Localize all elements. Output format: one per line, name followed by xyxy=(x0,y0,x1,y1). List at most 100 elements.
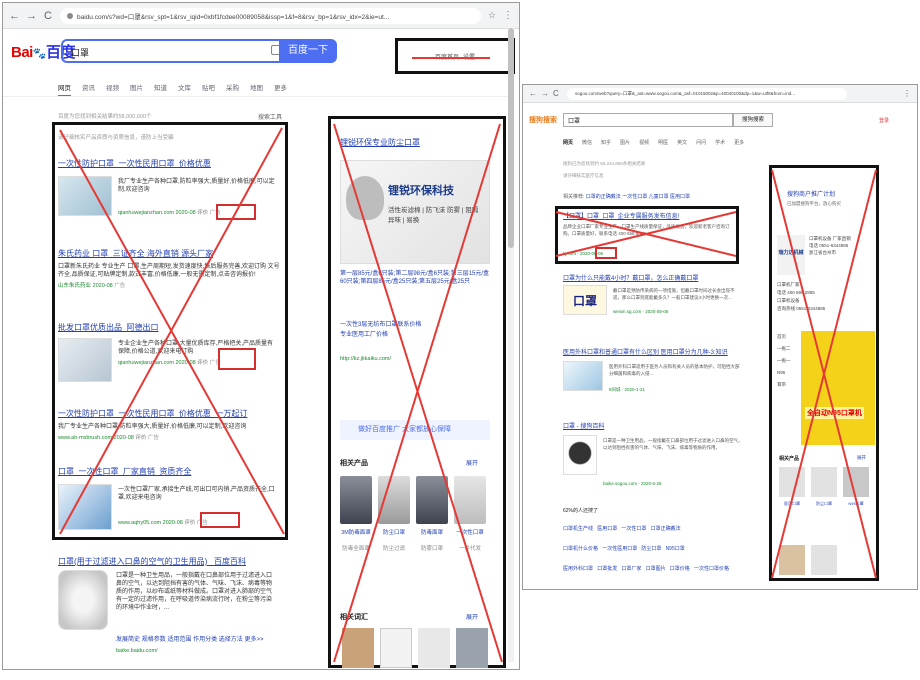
promo-banner[interactable]: 做好百度推广 大家都放心保障 xyxy=(340,420,490,440)
result-title[interactable]: 口罩为什么只能戴4小时？戴口罩，怎么正确戴口罩 xyxy=(563,273,698,282)
chip[interactable]: N95口罩 xyxy=(666,546,685,552)
result-url[interactable]: weixin.sg.com - 2020-08-06 xyxy=(613,309,668,314)
result-title[interactable]: 批发口罩优质出品_阿德出口 xyxy=(58,322,282,333)
baike-title[interactable]: 口罩(用于过滤进入口鼻的空气的卫生用品) _百度百科 xyxy=(58,556,286,567)
search-button[interactable]: 搜狗搜索 xyxy=(733,113,773,127)
home-link[interactable]: 百度首页 xyxy=(435,52,459,61)
product-image[interactable] xyxy=(811,467,837,497)
result-title[interactable]: 朱氏药业 口罩_三证齐全 海外直销 源头厂家 xyxy=(58,248,282,259)
tab-purchase[interactable]: 采购 xyxy=(226,82,239,97)
baike-link[interactable]: 适用范围 xyxy=(167,637,191,643)
reload-icon[interactable]: C xyxy=(553,89,559,98)
ad-link[interactable]: 一次性3层无纺布口罩联系价格 xyxy=(340,320,421,330)
product-label[interactable]: 医用口罩 xyxy=(777,501,807,506)
result-url[interactable]: www.aqhy05.com 2020-08 评价 广告 xyxy=(118,518,208,526)
tab-images[interactable]: 图片 xyxy=(620,139,630,146)
chip[interactable]: 医用外科口罩 xyxy=(563,566,593,572)
reload-icon[interactable]: C xyxy=(43,10,53,22)
back-icon[interactable]: ← xyxy=(529,89,537,98)
product-label[interactable]: 3M防毒面罩 xyxy=(339,530,373,537)
bookmark-star-icon[interactable]: ☆ xyxy=(488,10,496,21)
term-image[interactable] xyxy=(380,628,412,668)
result-title[interactable]: 【口罩】口罩_口罩_企业专属服务发布信息! xyxy=(563,211,679,220)
expand-link[interactable]: 展开 xyxy=(466,458,478,467)
tab-more[interactable]: 更多 xyxy=(734,139,744,146)
baike-link[interactable]: 规格参数 xyxy=(142,637,166,643)
tab-medical[interactable]: 明医 xyxy=(658,139,668,146)
result-url[interactable]: baike.sogou.com - 2020-6-28 xyxy=(603,481,662,486)
tab-web[interactable]: 网页 xyxy=(563,139,573,146)
related-link[interactable]: 一次性口罩 xyxy=(622,194,647,200)
result-thumbnail[interactable] xyxy=(563,435,597,475)
chip[interactable]: 口罩价格 xyxy=(670,566,690,572)
search-button[interactable]: 百度一下 xyxy=(279,39,337,63)
product-image[interactable] xyxy=(811,545,837,575)
term-image[interactable] xyxy=(456,628,488,668)
menu-kebab-icon[interactable]: ⋮ xyxy=(503,10,513,21)
chip[interactable]: 口罩正确戴法 xyxy=(651,526,681,532)
merchant-title[interactable]: 搜狗商户推广计划 xyxy=(787,189,835,198)
scrollbar-thumb[interactable] xyxy=(508,28,514,248)
product-label[interactable]: 防尘口罩 xyxy=(809,501,839,506)
chip[interactable]: 医用口罩 xyxy=(597,526,617,532)
login-link[interactable]: 登录 xyxy=(879,117,889,124)
product-label[interactable]: 一次性口罩 xyxy=(453,530,487,537)
product-image[interactable] xyxy=(843,467,869,497)
baike-link[interactable]: 选择方法 xyxy=(219,637,243,643)
ad-link[interactable]: 专业医用工厂价格 xyxy=(340,330,421,340)
address-bar[interactable]: baidu.com/s?wd=口罩&rsv_spt=1&rsv_iqid=0xb… xyxy=(60,7,481,24)
chip[interactable]: 口罩批发 xyxy=(597,566,617,572)
product-label[interactable]: 防尘口罩 xyxy=(377,530,411,537)
tab-wenku[interactable]: 文库 xyxy=(178,82,191,97)
address-bar[interactable]: sogou.com/web?query=口罩&_ast=www.sogou.co… xyxy=(567,88,847,100)
chip[interactable]: 一次性口罩 xyxy=(621,526,646,532)
search-tools-button[interactable]: 搜索工具 xyxy=(258,112,282,121)
baike-link[interactable]: 作用分类 xyxy=(193,637,217,643)
result-url[interactable]: www.ah-mxbrush.com 2020-08 评价 广告 xyxy=(58,433,282,441)
search-input[interactable]: 口罩 xyxy=(61,39,279,63)
related-link[interactable]: 口罩的正确戴法 xyxy=(586,194,621,200)
result-title[interactable]: 一次性防护口罩_一次性民用口罩_价格优惠_一万起订 xyxy=(58,408,282,419)
tab-tieba[interactable]: 贴吧 xyxy=(202,82,215,97)
product-image[interactable] xyxy=(779,467,805,497)
expand-link[interactable]: 展开 xyxy=(466,612,478,621)
baike-link[interactable]: 更多>> xyxy=(244,637,263,643)
result-thumbnail[interactable] xyxy=(58,484,112,530)
chip[interactable]: 防尘口罩 xyxy=(641,546,661,552)
forward-icon[interactable]: → xyxy=(26,10,37,22)
related-link[interactable]: 儿童口罩 xyxy=(649,194,669,200)
tab-scholar[interactable]: 学术 xyxy=(715,139,725,146)
chip[interactable]: 一次性医用口罩 xyxy=(602,546,637,552)
mask-image[interactable] xyxy=(58,570,108,630)
chip[interactable]: 口罩机生产线 xyxy=(563,526,593,532)
result-thumbnail[interactable] xyxy=(58,338,112,382)
tab-images[interactable]: 图片 xyxy=(130,82,143,97)
result-thumbnail[interactable] xyxy=(58,176,112,216)
term-image[interactable] xyxy=(342,628,374,668)
term-image[interactable] xyxy=(418,628,450,668)
product-image[interactable] xyxy=(779,545,805,575)
result-thumbnail[interactable] xyxy=(563,361,603,391)
settings-link[interactable]: 设置 xyxy=(463,52,475,61)
merchant-logo[interactable]: 瑞力达机械 xyxy=(777,235,805,275)
product-image[interactable] xyxy=(454,476,486,524)
chip[interactable]: 口罩厂家 xyxy=(621,566,641,572)
product-image[interactable] xyxy=(378,476,410,524)
result-title[interactable]: 一次性防护口罩_一次性民用口罩_价格优惠 xyxy=(58,158,282,169)
result-title[interactable]: 口罩 - 搜狗百科 xyxy=(563,421,604,430)
merchant-banner[interactable] xyxy=(801,331,875,445)
related-link[interactable]: 医用口罩 xyxy=(670,194,690,200)
chip[interactable]: 一次性口罩价格 xyxy=(694,566,729,572)
result-url[interactable]: 山东朱氏药业 2020-08 广告 xyxy=(58,281,282,289)
sogou-logo[interactable]: 搜狗搜索 xyxy=(529,115,557,125)
tab-map[interactable]: 地图 xyxy=(250,82,263,97)
tab-video[interactable]: 视频 xyxy=(106,82,119,97)
result-url[interactable]: qianhuwejianzhan.com 2020-08 评价 广告 xyxy=(118,358,221,366)
baike-link[interactable]: 发展简史 xyxy=(116,637,140,643)
tab-zhihu[interactable]: 知乎 xyxy=(601,139,611,146)
menu-kebab-icon[interactable]: ⋮ xyxy=(903,89,911,98)
search-input[interactable]: 口罩 xyxy=(563,113,733,127)
back-icon[interactable]: ← xyxy=(9,10,20,22)
tab-video[interactable]: 视频 xyxy=(639,139,649,146)
expand-link[interactable]: 展开 xyxy=(857,455,866,461)
